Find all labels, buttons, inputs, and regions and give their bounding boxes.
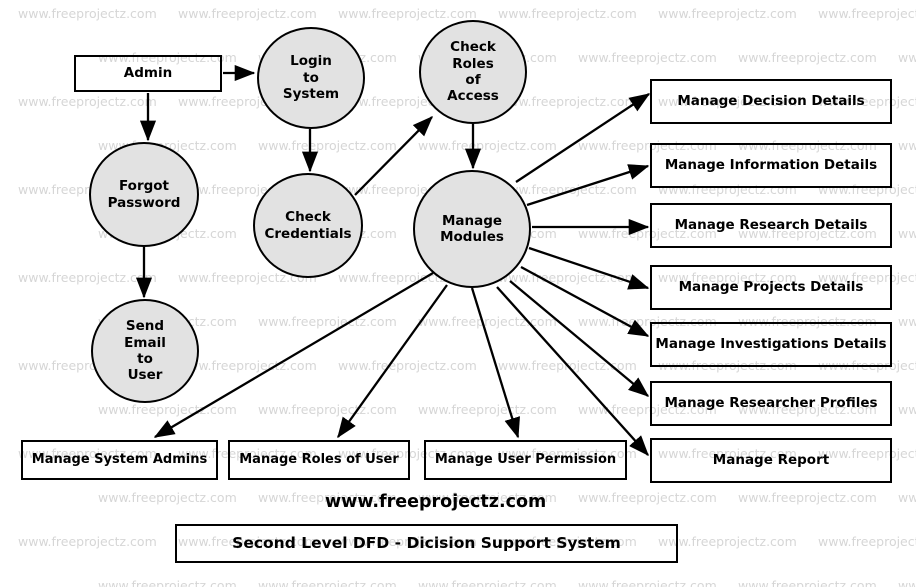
watermark-text: www.freeprojectz.com [18,94,157,109]
node-check-roles-of-access[interactable]: Check Roles of Access [419,20,527,124]
diagram-title-label: Second Level DFD - Dicision Support Syst… [232,534,621,553]
watermark-text: www.freeprojectz.com [578,578,717,587]
data-store-manage-decision-details[interactable]: Manage Decision Details [650,79,892,124]
watermark-text: www.freeprojectz.com [898,314,916,329]
node-send-email-to-user[interactable]: Send Email to User [91,299,199,403]
watermark-text: www.freeprojectz.com [418,402,557,417]
data-store-label: Manage Information Details [664,157,878,174]
edge-manage-modules-to-investigations [520,265,650,338]
watermark-text: www.freeprojectz.com [898,226,916,241]
data-store-manage-information-details[interactable]: Manage Information Details [650,143,892,188]
node-check-roles-of-access-label-line2: Roles [452,55,494,72]
node-send-email-to-user-label-line2: Email [124,334,166,351]
edge-manage-modules-to-researcher-profiles [509,280,650,397]
data-store-label: Manage System Admins [31,452,208,468]
watermark-text: www.freeprojectz.com [258,314,397,329]
node-check-roles-of-access-label-line1: Check [450,39,496,56]
edge-manage-modules-to-roles-of-user [337,284,448,439]
watermark-text: www.freeprojectz.com [898,50,916,65]
watermark-text: www.freeprojectz.com [258,578,397,587]
edge-manage-modules-to-decision [515,93,651,183]
node-check-credentials[interactable]: Check Credentials [253,173,363,278]
data-store-manage-research-details[interactable]: Manage Research Details [650,203,892,248]
watermark-text: www.freeprojectz.com [738,578,877,587]
node-manage-modules[interactable]: Manage Modules [413,170,531,288]
data-store-label: Manage Research Details [674,217,868,234]
watermark-text: www.freeprojectz.com [98,578,237,587]
node-send-email-to-user-label-line3: to [137,351,153,367]
watermark-text: www.freeprojectz.com [418,314,557,329]
data-store-label: Manage Investigations Details [655,336,887,353]
watermark-text: www.freeprojectz.com [498,6,637,21]
watermark-text: www.freeprojectz.com [98,402,237,417]
watermark-text: www.freeprojectz.com [898,402,916,417]
data-store-label: Manage Decision Details [677,93,865,110]
watermark-text: www.freeprojectz.com [338,358,477,373]
watermark-text: www.freeprojectz.com [738,50,877,65]
data-store-label: Manage Projects Details [678,279,864,296]
node-login-to-system-label-line1: Login [290,53,332,70]
node-check-roles-of-access-label-line3: of [465,72,481,88]
watermark-text: www.freeprojectz.com [18,270,157,285]
data-store-manage-report[interactable]: Manage Report [650,438,892,483]
watermark-text: www.freeprojectz.com [738,490,877,505]
watermark-text: www.freeprojectz.com [258,402,397,417]
data-store-manage-system-admins[interactable]: Manage System Admins [21,440,218,480]
node-login-to-system-label-line2: to [303,69,319,86]
data-store-manage-researcher-profiles[interactable]: Manage Researcher Profiles [650,381,892,426]
data-store-manage-investigations-details[interactable]: Manage Investigations Details [650,322,892,367]
node-login-to-system-label-line3: System [282,86,340,103]
watermark-text: www.freeprojectz.com [18,534,157,549]
watermark-text: www.freeprojectz.com [578,490,717,505]
node-manage-modules-label-line1: Manage [441,212,503,229]
watermark-text: www.freeprojectz.com [418,138,557,153]
watermark-text: www.freeprojectz.com [578,50,717,65]
brand-label: www.freeprojectz.com [325,492,547,512]
node-check-credentials-label-line1: Check [285,209,331,226]
watermark-text: www.freeprojectz.com [898,490,916,505]
data-store-label: Manage User Permission [434,452,617,468]
data-store-label: Manage Report [712,452,830,469]
watermark-text: www.freeprojectz.com [498,358,637,373]
watermark-text: www.freeprojectz.com [178,6,317,21]
watermark-text: www.freeprojectz.com [818,6,916,21]
node-send-email-to-user-label-line4: User [127,367,163,384]
edge-manage-modules-to-user-permission [470,287,520,439]
node-admin-label: Admin [123,65,173,82]
node-send-email-to-user-label-line1: Send [125,318,165,335]
watermark-text: www.freeprojectz.com [178,358,317,373]
edge-manage-modules-to-report [496,286,649,457]
watermark-text: www.freeprojectz.com [98,490,237,505]
edge-manage-modules-to-projects [528,246,650,290]
node-forgot-password[interactable]: Forgot Password [89,142,199,247]
node-forgot-password-label-line2: Password [107,194,181,211]
watermark-text: www.freeprojectz.com [898,138,916,153]
watermark-text: www.freeprojectz.com [418,578,557,587]
node-forgot-password-label-line1: Forgot [119,178,169,195]
node-login-to-system[interactable]: Login to System [257,27,365,129]
edge-manage-modules-to-information [526,164,650,207]
data-store-label: Manage Roles of User [239,452,399,468]
edge-check-credentials-to-check-roles [354,116,433,196]
dfd-diagram-canvas: www.freeprojectz.com www.freeprojectz.com… [0,0,916,587]
node-check-roles-of-access-label-line4: Access [447,88,499,105]
node-admin[interactable]: Admin [74,55,222,92]
watermark-text: www.freeprojectz.com [658,6,797,21]
data-store-manage-projects-details[interactable]: Manage Projects Details [650,265,892,310]
node-check-credentials-label-line2: Credentials [264,225,352,242]
watermark-text: www.freeprojectz.com [258,138,397,153]
data-store-manage-user-permission[interactable]: Manage User Permission [424,440,627,480]
watermark-text: www.freeprojectz.com [498,270,637,285]
data-store-manage-roles-of-user[interactable]: Manage Roles of User [228,440,410,480]
watermark-text: www.freeprojectz.com [898,578,916,587]
watermark-text: www.freeprojectz.com [18,6,157,21]
watermark-text: www.freeprojectz.com [338,6,477,21]
node-manage-modules-label-line2: Modules [440,229,504,245]
watermark-text: www.freeprojectz.com [658,534,797,549]
watermark-text: www.freeprojectz.com [818,534,916,549]
diagram-title-box: Second Level DFD - Dicision Support Syst… [175,524,678,563]
data-store-label: Manage Researcher Profiles [664,395,878,412]
